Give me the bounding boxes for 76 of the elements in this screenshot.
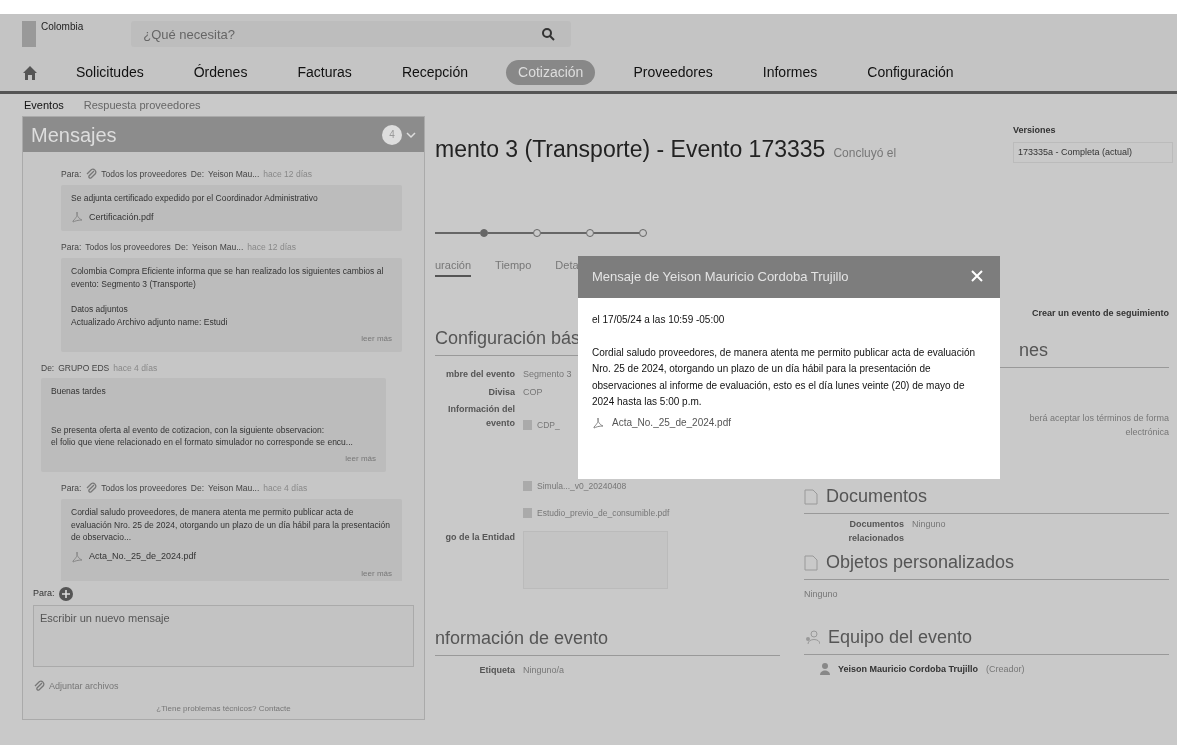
people-icon: [804, 629, 820, 645]
nav-tab[interactable]: Facturas: [285, 60, 364, 85]
sender-name: GRUPO EDS: [58, 361, 110, 375]
field-label: Etiqueta: [478, 664, 515, 678]
count-badge: 4: [382, 124, 402, 145]
from-label: De:: [41, 361, 55, 375]
to-label: Para:: [33, 586, 55, 600]
attachment-link[interactable]: Acta_No._25_de_2024.pdf: [89, 550, 197, 564]
field-value: Ninguno: [804, 588, 839, 601]
attachment-link[interactable]: Acta_No._25_de_2024.pdf: [612, 414, 731, 431]
from-label: De:: [190, 168, 205, 181]
section-heading: Objetos personalizados: [826, 551, 1015, 574]
message-text: Se adjunta certificado expedido por el Coordinador Administrativo: [71, 191, 319, 205]
terms-text: berá aceptar los términos de forma electrónica: [1028, 412, 1169, 439]
from-label: De:: [174, 241, 189, 254]
nav-tab[interactable]: Recepción: [389, 60, 481, 85]
section-heading: Documentos: [826, 485, 928, 508]
field-label: mbre del evento: [444, 368, 515, 381]
field-label: Divisa: [487, 385, 515, 399]
sender-name: Yeison Mau...: [208, 482, 260, 495]
to-label: Para:: [61, 168, 82, 181]
pdf-icon: [592, 416, 604, 429]
nav-tab[interactable]: Proveedores: [621, 60, 725, 85]
message-input[interactable]: Escribir un nuevo mensaje: [33, 604, 414, 667]
document-icon: [804, 554, 818, 571]
to-label: Para:: [61, 241, 82, 254]
to-label: Para:: [61, 482, 82, 495]
pdf-icon: [71, 550, 83, 563]
message-text: Colombia Compra Eficiente informa que se han realizado los siguientes cambios al evento: Segmento 3 (Transporte) Datos adjuntos Actualizado Archivo adjunto name: Estudi: [71, 264, 385, 329]
nav-tab[interactable]: Solicitudes: [64, 60, 156, 85]
message-date: el 17/05/24 a las 10:59 -05:00: [592, 313, 726, 327]
subnav-tab[interactable]: Respuesta proveedores: [83, 97, 201, 113]
field-value: COP: [523, 385, 543, 399]
nav-tab[interactable]: Órdenes: [181, 60, 260, 85]
message-text: Cordial saludo proveedores, de manera atenta me permito publicar acta de evaluación Nro. 25 de 2024, otorgando un plazo de un día hábil para la presentación de observacio...: [71, 505, 391, 544]
search-field[interactable]: ¿Qué necesita?: [131, 21, 572, 47]
document-icon: [804, 488, 818, 505]
section-heading: nformación de evento: [435, 625, 780, 657]
member-role: (Creador): [986, 662, 1025, 676]
section-heading: Equipo del evento: [828, 625, 973, 649]
nav-tab[interactable]: Informes: [750, 60, 830, 85]
file-icon: [523, 420, 532, 431]
versions-label: Versiones: [1013, 124, 1057, 137]
attachment-link[interactable]: Certificación.pdf: [89, 210, 154, 224]
file-icon: [523, 481, 532, 492]
team-member: Yeison Mauricio Cordoba Trujillo: [838, 662, 979, 676]
field-label: Información del evento: [447, 403, 515, 430]
event-status: Concluyó el: [833, 145, 897, 162]
field-value: Ninguno: [912, 518, 946, 531]
panel-title: Mensajes: [31, 122, 117, 148]
recipient-name: Todos los proveedores: [101, 482, 187, 495]
dialog-title: Mensaje de Yeison Mauricio Cordoba Trujillo: [592, 268, 849, 287]
versions-select[interactable]: 173335a - Completa (actual): [1013, 141, 1173, 163]
help-text: ¿Tiene problemas técnicos? Contacte: [156, 704, 291, 713]
person-icon: [820, 663, 830, 676]
close-icon: [970, 269, 984, 283]
from-label: De:: [190, 482, 205, 495]
plus-circle-icon[interactable]: [58, 586, 73, 601]
field-label: go de la Entidad: [444, 531, 515, 545]
recipient-name: Todos los proveedores: [101, 168, 187, 181]
chevron-down-icon[interactable]: [406, 129, 416, 140]
nav-tab[interactable]: Configuración: [855, 60, 966, 85]
sender-name: Yeison Mau...: [192, 241, 244, 254]
home-icon[interactable]: [22, 64, 38, 81]
sender-name: Yeison Mau...: [208, 168, 260, 181]
file-icon: [523, 507, 532, 518]
event-title: mento 3 (Transporte) - Evento 173335: [435, 135, 826, 164]
pdf-icon: [71, 211, 83, 224]
recipient-name: Todos los proveedores: [85, 241, 171, 254]
follow-up-link[interactable]: Crear un evento de seguimiento: [1031, 308, 1169, 318]
field-label: Documentos relacionados: [847, 518, 904, 545]
message-text: Buenas tardes Se presenta oferta al evento de cotizacion, con la siguiente observacion: el folio que viene relacionado en el formato simulador no corresponde se encu...: [51, 385, 354, 449]
subnav-tab[interactable]: Eventos: [24, 97, 64, 113]
field-value: Ninguno/a: [523, 664, 565, 678]
field-value: Segmento 3: [523, 368, 572, 381]
paperclip-icon: [33, 680, 45, 693]
